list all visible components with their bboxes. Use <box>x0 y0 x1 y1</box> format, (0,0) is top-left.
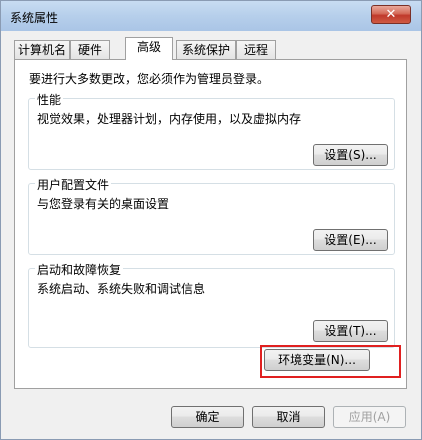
tab-hardware[interactable]: 硬件 <box>70 40 110 59</box>
tab-computer-name[interactable]: 计算机名 <box>14 40 70 59</box>
cancel-button[interactable]: 取消 <box>252 406 325 428</box>
system-properties-window: 系统属性 ✕ 计算机名 硬件 高级 系统保护 远程 要进行大多数更改，您必须作为… <box>0 0 422 440</box>
ok-button[interactable]: 确定 <box>171 406 244 428</box>
dialog-client-area: 计算机名 硬件 高级 系统保护 远程 要进行大多数更改，您必须作为管理员登录。 … <box>8 31 414 434</box>
user-profiles-group-title: 用户配置文件 <box>35 176 112 193</box>
startup-recovery-description: 系统启动、系统失败和调试信息 <box>37 282 206 296</box>
performance-group-title: 性能 <box>35 91 64 108</box>
user-profiles-group: 用户配置文件 与您登录有关的桌面设置 设置(E)... <box>28 176 395 255</box>
startup-recovery-group-title: 启动和故障恢复 <box>35 261 124 278</box>
tab-system-protection[interactable]: 系统保护 <box>176 40 236 59</box>
title-bar[interactable]: 系统属性 ✕ <box>1 1 421 31</box>
startup-recovery-group: 启动和故障恢复 系统启动、系统失败和调试信息 设置(T)... <box>28 261 395 348</box>
close-icon: ✕ <box>385 7 397 22</box>
advanced-tab-panel: 要进行大多数更改，您必须作为管理员登录。 性能 视觉效果，处理器计划，内存使用，… <box>14 59 407 389</box>
apply-button[interactable]: 应用(A) <box>333 406 406 428</box>
close-button[interactable]: ✕ <box>371 5 411 24</box>
tab-advanced[interactable]: 高级 <box>125 37 173 60</box>
window-title: 系统属性 <box>10 11 59 25</box>
tab-remote[interactable]: 远程 <box>236 40 276 59</box>
user-profiles-settings-button[interactable]: 设置(E)... <box>313 229 388 251</box>
highlight-box <box>260 345 401 378</box>
startup-recovery-settings-button[interactable]: 设置(T)... <box>313 320 388 342</box>
admin-note: 要进行大多数更改，您必须作为管理员登录。 <box>29 72 270 86</box>
user-profiles-description: 与您登录有关的桌面设置 <box>37 197 170 211</box>
performance-group: 性能 视觉效果，处理器计划，内存使用，以及虚拟内存 设置(S)... <box>28 91 395 170</box>
performance-description: 视觉效果，处理器计划，内存使用，以及虚拟内存 <box>37 112 302 126</box>
performance-settings-button[interactable]: 设置(S)... <box>313 144 388 166</box>
